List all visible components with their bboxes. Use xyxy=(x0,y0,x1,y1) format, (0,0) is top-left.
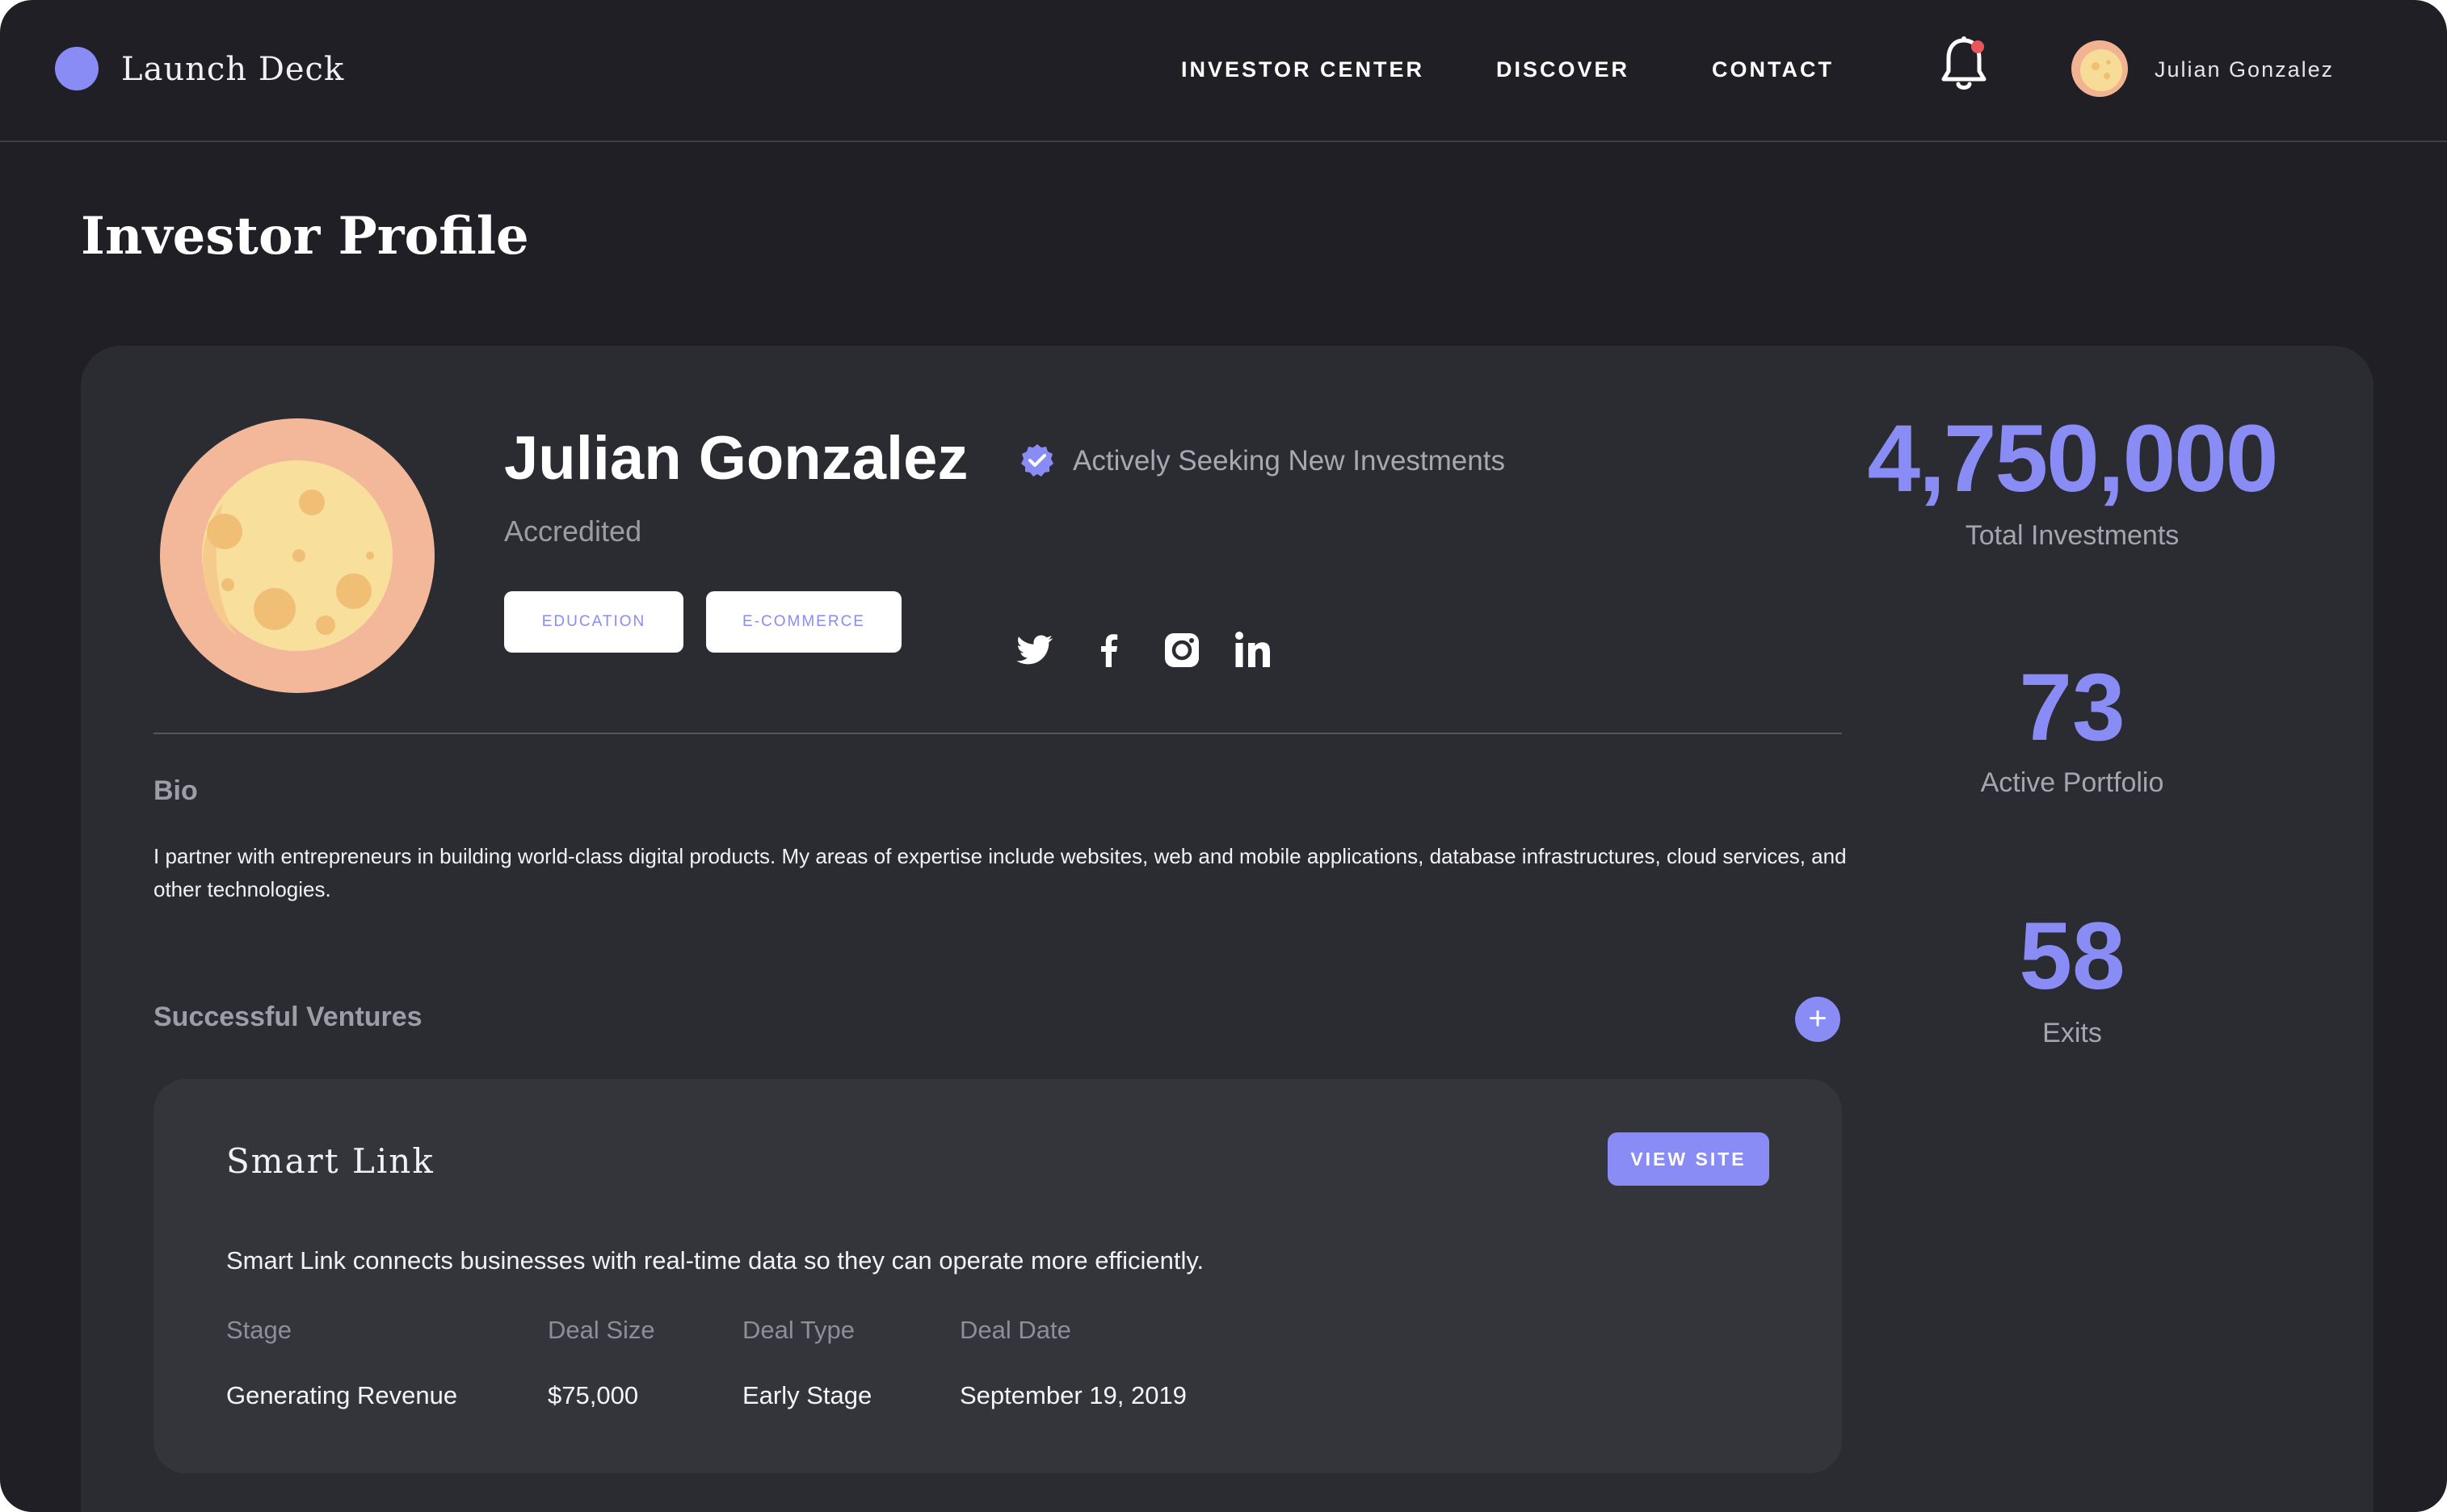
nav-link-contact[interactable]: CONTACT xyxy=(1712,53,1834,86)
app-window: Launch Deck INVESTOR CENTER DISCOVER CON… xyxy=(0,0,2447,1512)
tag-e-commerce[interactable]: E-COMMERCE xyxy=(706,591,902,653)
notification-dot xyxy=(1971,40,1984,53)
verified-check-icon xyxy=(1021,444,1053,477)
bio-text: I partner with entrepreneurs in building… xyxy=(153,844,1847,901)
view-site-button[interactable]: VIEW SITE xyxy=(1608,1132,1769,1186)
nav-link-investor-center[interactable]: INVESTOR CENTER xyxy=(1181,53,1424,86)
twitter-icon[interactable] xyxy=(1016,630,1057,670)
profile-avatar xyxy=(160,418,435,693)
investor-status: Accredited xyxy=(504,514,642,548)
deal-type-label: Deal Type xyxy=(742,1316,856,1344)
seeking-investments-status: Actively Seeking New Investments xyxy=(1073,445,1505,477)
deal-type-value: Early Stage xyxy=(742,1381,872,1409)
ventures-heading: Successful Ventures xyxy=(153,1002,423,1032)
profile-divider xyxy=(153,733,1842,734)
active-portfolio-label: Active Portfolio xyxy=(1980,767,2164,798)
bio-heading: Bio xyxy=(153,775,198,806)
total-investments-value: 4,750,000 xyxy=(1867,405,2279,512)
logo-mark[interactable] xyxy=(55,47,99,90)
user-avatar[interactable] xyxy=(2071,40,2128,97)
exits-label: Exits xyxy=(2042,1018,2102,1048)
bell-icon[interactable] xyxy=(1936,32,1992,97)
venture-name: Smart Link xyxy=(226,1141,435,1181)
header-user-name[interactable]: Julian Gonzalez xyxy=(2155,53,2334,86)
investor-name: Julian Gonzalez xyxy=(504,424,969,493)
linkedin-icon[interactable] xyxy=(1233,630,1273,670)
top-navigation-bar: Launch Deck INVESTOR CENTER DISCOVER CON… xyxy=(0,0,2447,142)
tag-education[interactable]: EDUCATION xyxy=(504,591,683,653)
page-title: Investor Profile xyxy=(81,206,529,267)
instagram-icon[interactable] xyxy=(1162,630,1202,670)
venture-description: Smart Link connects businesses with real… xyxy=(226,1246,1205,1275)
facebook-icon[interactable] xyxy=(1089,630,1129,670)
stage-value: Generating Revenue xyxy=(226,1381,458,1409)
stage-label: Stage xyxy=(226,1316,292,1344)
deal-date-label: Deal Date xyxy=(960,1316,1071,1344)
exits-value: 58 xyxy=(2019,903,2125,1010)
deal-size-label: Deal Size xyxy=(548,1316,655,1344)
deal-size-value: $75,000 xyxy=(548,1381,639,1409)
deal-date-value: September 19, 2019 xyxy=(960,1381,1187,1409)
active-portfolio-value: 73 xyxy=(2019,654,2125,761)
total-investments-label: Total Investments xyxy=(1965,520,2180,551)
nav-link-discover[interactable]: DISCOVER xyxy=(1496,53,1629,86)
app-logo-text[interactable]: Launch Deck xyxy=(121,45,344,94)
